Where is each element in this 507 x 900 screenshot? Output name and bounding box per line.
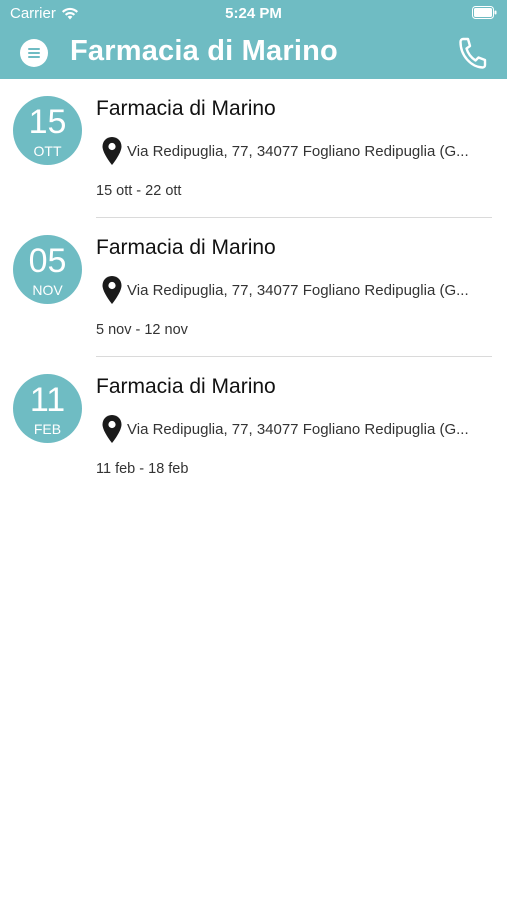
- address-line: Via Redipuglia, 77, 34077 Fogliano Redip…: [101, 135, 493, 167]
- badge-month: OTT: [33, 143, 62, 159]
- pharmacy-name: Farmacia di Marino: [96, 375, 276, 398]
- address-text: Via Redipuglia, 77, 34077 Fogliano Redip…: [127, 420, 469, 438]
- date-range: 11 feb - 18 feb: [96, 461, 189, 477]
- date-badge: 05 NOV: [13, 235, 82, 304]
- menu-icon-line: [28, 48, 40, 50]
- address-line: Via Redipuglia, 77, 34077 Fogliano Redip…: [101, 413, 493, 445]
- phone-icon[interactable]: [457, 37, 487, 69]
- top-bar: Carrier 5:24 PM Farmacia di Marino: [0, 0, 507, 79]
- list-item[interactable]: 11 FEB Farmacia di Marino Via Redipuglia…: [0, 357, 507, 496]
- page-title: Farmacia di Marino: [70, 35, 338, 67]
- address-line: Via Redipuglia, 77, 34077 Fogliano Redip…: [101, 274, 493, 306]
- address-text: Via Redipuglia, 77, 34077 Fogliano Redip…: [127, 281, 469, 299]
- list-item[interactable]: 15 OTT Farmacia di Marino Via Redipuglia…: [0, 79, 507, 218]
- menu-icon-line: [28, 56, 40, 58]
- menu-icon-line: [28, 52, 40, 54]
- badge-day: 05: [28, 242, 67, 280]
- badge-day: 11: [29, 381, 66, 419]
- pharmacy-name: Farmacia di Marino: [96, 97, 276, 120]
- badge-month: FEB: [33, 421, 62, 437]
- location-pin-icon: [102, 415, 122, 443]
- address-text: Via Redipuglia, 77, 34077 Fogliano Redip…: [127, 142, 469, 160]
- menu-button[interactable]: [20, 39, 48, 67]
- date-badge: 11 FEB: [13, 374, 82, 443]
- badge-day: 15: [28, 103, 67, 141]
- location-pin-icon: [102, 137, 122, 165]
- location-pin-icon: [102, 276, 122, 304]
- pharmacy-name: Farmacia di Marino: [96, 236, 276, 259]
- clock: 5:24 PM: [225, 5, 282, 22]
- badge-month: NOV: [32, 282, 63, 298]
- battery-icon: [472, 6, 497, 19]
- status-bar: Carrier 5:24 PM: [0, 0, 507, 28]
- nav-bar: Farmacia di Marino: [0, 28, 507, 79]
- date-range: 15 ott - 22 ott: [96, 183, 182, 199]
- shift-list: 15 OTT Farmacia di Marino Via Redipuglia…: [0, 79, 507, 496]
- date-badge: 15 OTT: [13, 96, 82, 165]
- date-range: 5 nov - 12 nov: [96, 322, 188, 338]
- list-item[interactable]: 05 NOV Farmacia di Marino Via Redipuglia…: [0, 218, 507, 357]
